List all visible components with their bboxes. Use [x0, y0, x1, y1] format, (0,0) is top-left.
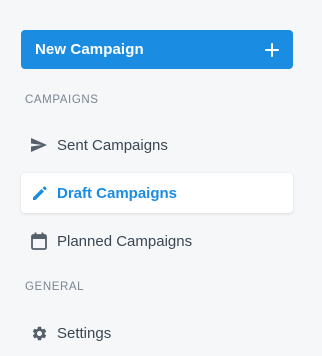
send-icon — [30, 136, 48, 154]
section-label-general: GENERAL — [25, 281, 85, 293]
pencil-icon — [30, 184, 48, 202]
gear-icon — [30, 324, 48, 342]
section-label-campaigns: CAMPAIGNS — [25, 94, 99, 106]
sidebar-item-label: Sent Campaigns — [57, 136, 168, 154]
sidebar-item-label: Draft Campaigns — [57, 184, 178, 202]
calendar-icon — [30, 232, 48, 250]
new-campaign-button[interactable]: New Campaign — [21, 30, 293, 69]
sidebar-item-label: Planned Campaigns — [57, 232, 193, 250]
sidebar-item-planned-campaigns[interactable]: Planned Campaigns — [21, 221, 293, 261]
sidebar-item-draft-campaigns[interactable]: Draft Campaigns — [21, 173, 293, 213]
sidebar-item-label: Settings — [57, 324, 112, 342]
new-campaign-label: New Campaign — [35, 41, 144, 58]
sidebar-item-settings[interactable]: Settings — [21, 313, 293, 353]
sidebar-item-sent-campaigns[interactable]: Sent Campaigns — [21, 125, 293, 165]
plus-icon — [265, 42, 279, 57]
